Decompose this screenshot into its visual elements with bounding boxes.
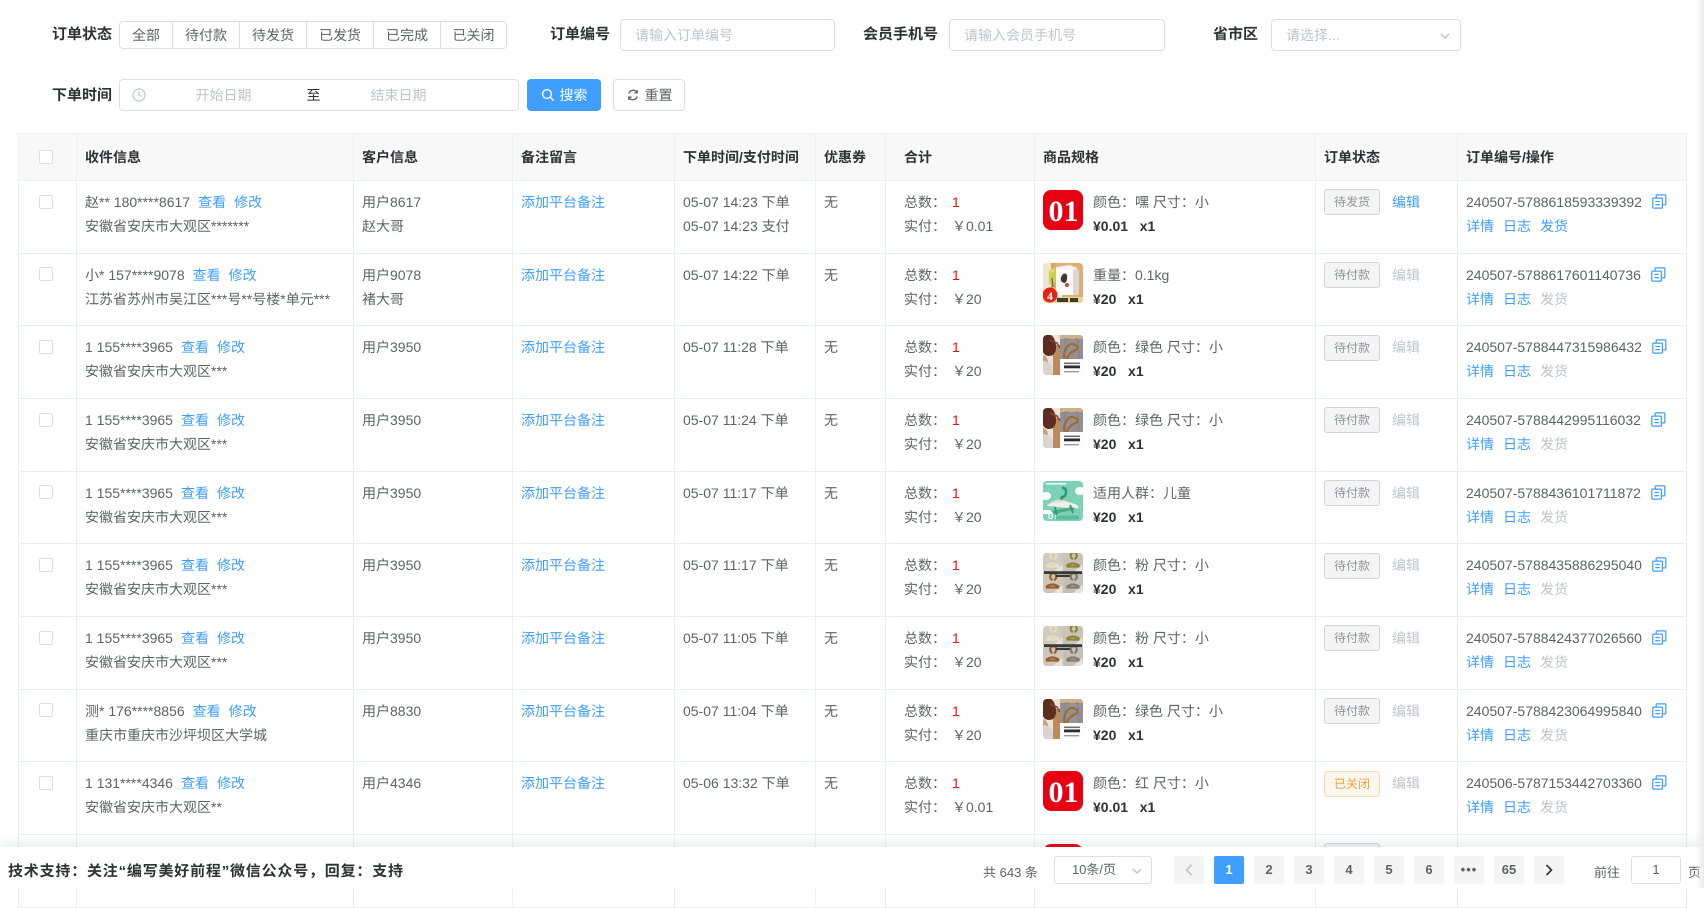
svg-text:4: 4 [1047,289,1053,303]
svg-text:01: 01 [1049,195,1079,228]
svg-text:01: 01 [1049,776,1079,809]
